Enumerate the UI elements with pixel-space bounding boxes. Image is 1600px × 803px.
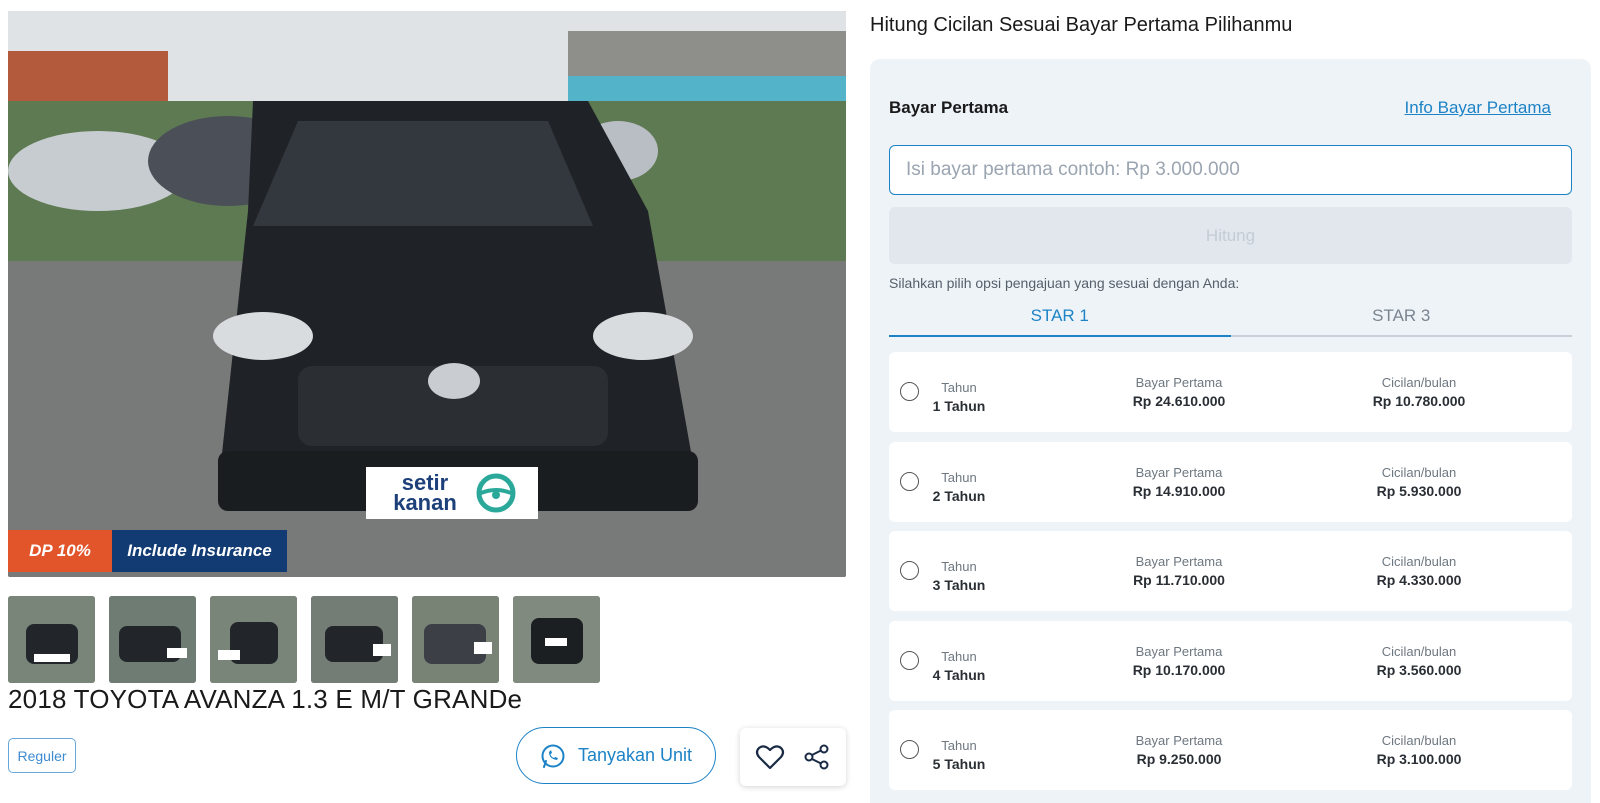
option-hint: Silahkan pilih opsi pengajuan yang sesua… [889,275,1240,291]
installment-col-label: Cicilan/bulan [1381,643,1457,659]
reguler-tag: Reguler [8,738,76,773]
installment-value: Rp 10.780.000 [1372,393,1466,409]
installment-option[interactable]: Tahun 4 Tahun Bayar Pertama Rp 10.170.000 … [889,620,1572,701]
tenor-label: Tahun [941,380,977,395]
down-payment-label: Bayar Pertama [889,98,1009,117]
installment-value: Rp 5.930.000 [1376,482,1462,499]
calculator-heading: Hitung Cicilan Sesuai Bayar Pertama Pili… [870,14,1293,36]
down-payment-col-label: Bayar Pertama [1135,733,1223,748]
down-payment-col-label: Bayar Pertama [1135,643,1223,659]
brand-sticker-text: setir kanan [393,470,457,515]
option-radio[interactable] [900,471,919,491]
ask-unit-label: Tanyakan Unit [577,745,693,765]
installment-options: Tahun 1 Tahun Bayar Pertama Rp 24.610.000 … [889,352,1572,800]
down-payment-col-label: Bayar Pertama [1135,554,1223,569]
insurance-badge: Include Insurance [112,530,287,572]
tab-star-3[interactable]: STAR 3 [1231,300,1573,335]
dp-badge: DP 10% [8,530,112,572]
package-tabs: STAR 1 STAR 3 [889,300,1572,337]
tenor-value: 2 Tahun [932,487,986,504]
tenor-value: 3 Tahun [932,577,986,593]
installment-option[interactable]: Tahun 2 Tahun Bayar Pertama Rp 14.910.000 … [889,441,1572,522]
installment-col-label: Cicilan/bulan [1381,375,1457,390]
whatsapp-icon [541,744,565,768]
installment-col-label: Cicilan/bulan [1381,554,1457,569]
heart-icon[interactable] [755,743,785,771]
installment-option[interactable]: Tahun 1 Tahun Bayar Pertama Rp 24.610.000 … [889,352,1572,432]
tenor-value: 5 Tahun [932,756,986,772]
installment-value: Rp 4.330.000 [1376,572,1462,588]
thumbnail-3[interactable] [210,596,297,683]
installment-value: Rp 3.560.000 [1376,661,1462,678]
promo-badges: DP 10% Include Insurance [8,530,287,572]
brand-sticker: setir kanan [366,467,538,519]
calculator-panel: Bayar Pertama Info Bayar Pertama Hitung … [870,59,1591,803]
option-radio[interactable] [900,650,919,670]
down-payment-input[interactable] [889,145,1572,195]
thumbnail-strip [8,596,600,683]
thumbnail-4[interactable] [311,596,398,683]
installment-col-label: Cicilan/bulan [1381,464,1457,480]
option-radio[interactable] [900,561,919,580]
down-payment-value: Rp 10.170.000 [1132,661,1226,678]
action-box [740,728,846,786]
car-title: 2018 TOYOTA AVANZA 1.3 E M/T GRANDe [8,684,523,714]
tenor-label: Tahun [941,648,977,664]
installment-value: Rp 3.100.000 [1376,751,1462,767]
down-payment-value: Rp 11.710.000 [1133,572,1225,588]
down-payment-col-label: Bayar Pertama [1135,375,1223,390]
installment-col-label: Cicilan/bulan [1381,733,1457,748]
tenor-value: 4 Tahun [932,666,986,683]
down-payment-col-label: Bayar Pertama [1135,464,1223,480]
down-payment-value: Rp 24.610.000 [1132,393,1226,409]
down-payment-value: Rp 9.250.000 [1136,751,1222,767]
thumbnail-2[interactable] [109,596,196,683]
tenor-label: Tahun [941,738,977,753]
option-radio[interactable] [900,740,919,759]
calculate-button[interactable]: Hitung [889,207,1572,264]
thumbnail-5[interactable] [412,596,499,683]
down-payment-info-link[interactable]: Info Bayar Pertama [1405,98,1551,118]
ask-unit-button[interactable]: Tanyakan Unit [516,727,716,784]
steering-wheel-icon [476,473,516,513]
installment-option[interactable]: Tahun 5 Tahun Bayar Pertama Rp 9.250.000 C… [889,710,1572,790]
option-radio[interactable] [900,382,919,401]
main-car-photo[interactable]: setir kanan DP 10% Include Insurance [8,11,846,577]
tenor-value: 1 Tahun [932,398,986,414]
tenor-label: Tahun [941,469,977,485]
down-payment-value: Rp 14.910.000 [1132,482,1226,499]
thumbnail-1[interactable] [8,596,95,683]
installment-option[interactable]: Tahun 3 Tahun Bayar Pertama Rp 11.710.000 … [889,531,1572,611]
share-icon[interactable] [803,743,831,771]
tab-star-1[interactable]: STAR 1 [889,300,1231,337]
tenor-label: Tahun [941,559,977,574]
thumbnail-6[interactable] [513,596,600,683]
